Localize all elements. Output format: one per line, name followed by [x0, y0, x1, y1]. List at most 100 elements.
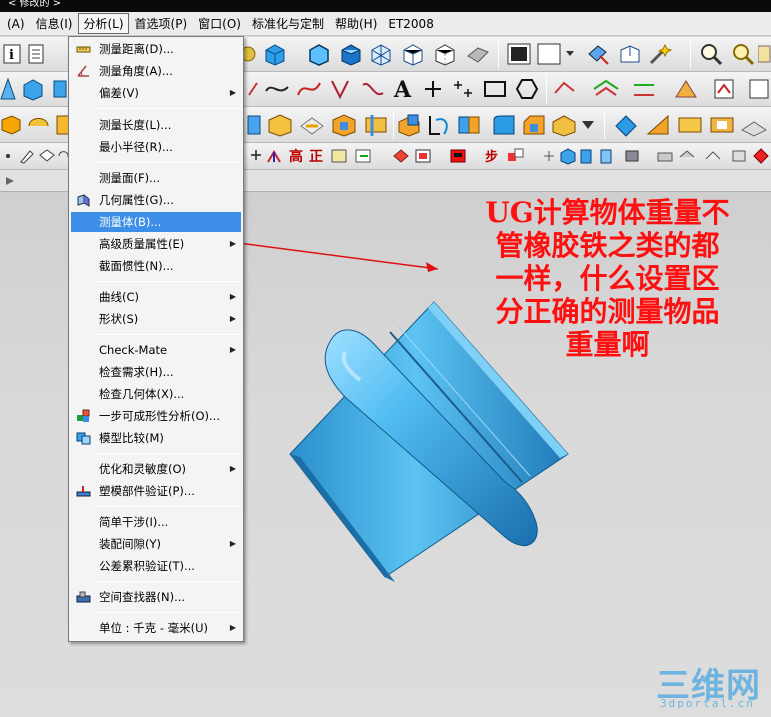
shaded-cube-icon[interactable] — [262, 42, 288, 66]
menu-item-check-mate[interactable]: Check-Mate ▶ — [71, 340, 241, 360]
wcs-high-icon[interactable]: 高 — [288, 147, 304, 165]
wrap-curve-icon[interactable] — [748, 77, 771, 101]
mate-icon[interactable] — [678, 147, 696, 165]
menu-help[interactable]: 帮助(H) — [330, 13, 382, 34]
extrude-icon[interactable] — [0, 112, 22, 138]
menu-item-assembly-clearance[interactable]: 装配间隙(Y) ▶ — [71, 534, 241, 554]
block-icon[interactable] — [20, 77, 46, 101]
mirror-icon[interactable] — [38, 147, 56, 165]
orient-view-icon[interactable] — [618, 42, 644, 66]
more-options-icon[interactable] — [580, 117, 596, 131]
pocket-icon[interactable] — [266, 112, 294, 138]
menu-item-one-step-formability[interactable]: 一步可成形性分析(O)... — [71, 406, 241, 426]
offset-curve-icon[interactable] — [592, 77, 622, 101]
studio-cube-icon[interactable] — [338, 42, 364, 66]
law-curve-icon[interactable] — [360, 77, 386, 101]
spline-icon[interactable] — [264, 77, 290, 101]
menu-et2008[interactable]: ET2008 — [383, 15, 438, 33]
show-hide-icon[interactable] — [448, 147, 470, 165]
menu-item-measure-distance[interactable]: 测量距离(D)... — [71, 39, 241, 59]
join-curve-icon[interactable] — [672, 77, 702, 101]
background-light-icon[interactable] — [536, 42, 562, 66]
offset-face-icon[interactable] — [676, 112, 704, 138]
menu-item-min-radius[interactable]: 最小半径(R)... — [71, 137, 241, 157]
explode-icon[interactable] — [704, 147, 722, 165]
edit-curve-icon[interactable] — [552, 77, 582, 101]
menu-item-tolerance-stack[interactable]: 公差累积验证(T)... — [71, 556, 241, 576]
menu-item-simple-interference[interactable]: 简单干涉(I)... — [71, 512, 241, 532]
groove-icon[interactable] — [362, 112, 390, 138]
intersect-icon[interactable] — [456, 112, 484, 138]
menu-item-mold-validation[interactable]: 塑模部件验证(P)... — [71, 481, 241, 501]
point-marker-icon[interactable] — [2, 149, 14, 163]
point-set-icon[interactable] — [452, 77, 476, 101]
wireframe-cube-icon[interactable] — [368, 42, 394, 66]
fit-curve-icon[interactable] — [296, 77, 322, 101]
menu-analysis[interactable]: 分析(L) — [78, 13, 129, 34]
chamfer-icon[interactable] — [520, 112, 548, 138]
cylinder-small-icon[interactable] — [578, 147, 594, 165]
zoom-icon[interactable] — [698, 42, 724, 66]
menu-item-curve[interactable]: 曲线(C) ▶ — [71, 287, 241, 307]
helix-icon[interactable] — [328, 77, 354, 101]
component-icon[interactable] — [656, 147, 674, 165]
info-list-icon[interactable] — [27, 43, 47, 65]
unite-icon[interactable] — [396, 112, 424, 138]
menu-item-check-geometry[interactable]: 检查几何体(X)... — [71, 384, 241, 404]
layer-settings-icon[interactable] — [330, 147, 350, 165]
menu-item-model-compare[interactable]: 模型比较(M) — [71, 428, 241, 448]
slot-icon[interactable] — [330, 112, 358, 138]
edit-object-display-icon[interactable] — [414, 147, 434, 165]
menu-item-check-requirements[interactable]: 检查需求(H)... — [71, 362, 241, 382]
color-icon[interactable] — [392, 147, 412, 165]
menu-item-spatial-search[interactable]: 空间查找器(N)... — [71, 587, 241, 607]
menu-item-units[interactable]: 单位 : 千克 - 毫米(U) ▶ — [71, 618, 241, 638]
curve-small-icon[interactable] — [248, 82, 258, 96]
chevron-down-icon[interactable] — [566, 49, 574, 57]
cone-icon[interactable] — [0, 77, 16, 101]
thicken-icon[interactable] — [740, 112, 768, 138]
menu-item-section-inertia[interactable]: 截面惯性(N)... — [71, 256, 241, 276]
cylinder-icon[interactable] — [52, 77, 68, 101]
menu-preferences[interactable]: 首选项(P) — [130, 13, 193, 34]
shell-icon[interactable] — [550, 112, 578, 138]
assembly-icon[interactable] — [624, 147, 640, 165]
bridge-curve-icon[interactable] — [630, 77, 660, 101]
menu-item-deviation[interactable]: 偏差(V) ▶ — [71, 83, 241, 103]
menu-item-advanced-mass[interactable]: 高级质量属性(E) ▶ — [71, 234, 241, 254]
polygon-icon[interactable] — [514, 77, 540, 101]
menu-a[interactable]: (A) — [2, 15, 30, 33]
rotate-icon[interactable] — [758, 42, 771, 66]
revolve-icon[interactable] — [26, 112, 52, 138]
menu-item-geometry-props[interactable]: 几何属性(G)... — [71, 190, 241, 210]
pad-icon[interactable] — [298, 112, 326, 138]
menu-window[interactable]: 窗口(O) — [193, 13, 246, 34]
blue-cube-small-icon[interactable] — [558, 147, 578, 165]
project-curve-icon[interactable] — [712, 77, 742, 101]
wcs-front-icon[interactable]: 正 — [308, 147, 324, 165]
menu-item-measure-length[interactable]: 测量长度(L)... — [71, 115, 241, 135]
expand-icon[interactable] — [4, 175, 16, 187]
move-to-layer-icon[interactable] — [354, 147, 374, 165]
sequence-icon[interactable] — [730, 147, 748, 165]
transform-icon[interactable] — [506, 147, 526, 165]
wcs-origin-icon[interactable] — [248, 147, 264, 165]
brush-icon[interactable] — [18, 147, 36, 165]
point-icon[interactable] — [422, 77, 444, 101]
menu-info[interactable]: 信息(I) — [31, 13, 78, 34]
menu-standardize[interactable]: 标准化与定制 — [247, 13, 329, 34]
menu-item-measure-angle[interactable]: 测量角度(A)... — [71, 61, 241, 81]
menu-item-shape[interactable]: 形状(S) ▶ — [71, 309, 241, 329]
wcs-axes-icon[interactable] — [264, 147, 284, 165]
text-icon[interactable]: A — [392, 77, 414, 101]
magic-wand-icon[interactable] — [648, 42, 674, 66]
trim-body-icon[interactable] — [612, 112, 640, 138]
edge-blend-icon[interactable] — [490, 112, 518, 138]
scale-body-icon[interactable] — [708, 112, 736, 138]
boss-icon[interactable] — [246, 112, 262, 138]
shaded-edges-cube-icon[interactable] — [306, 42, 332, 66]
info-icon[interactable]: i — [2, 43, 22, 65]
menu-item-optimization[interactable]: 优化和灵敏度(O) ▶ — [71, 459, 241, 479]
menu-item-measure-face[interactable]: 测量面(F)... — [71, 168, 241, 188]
rectangle-icon[interactable] — [482, 77, 508, 101]
